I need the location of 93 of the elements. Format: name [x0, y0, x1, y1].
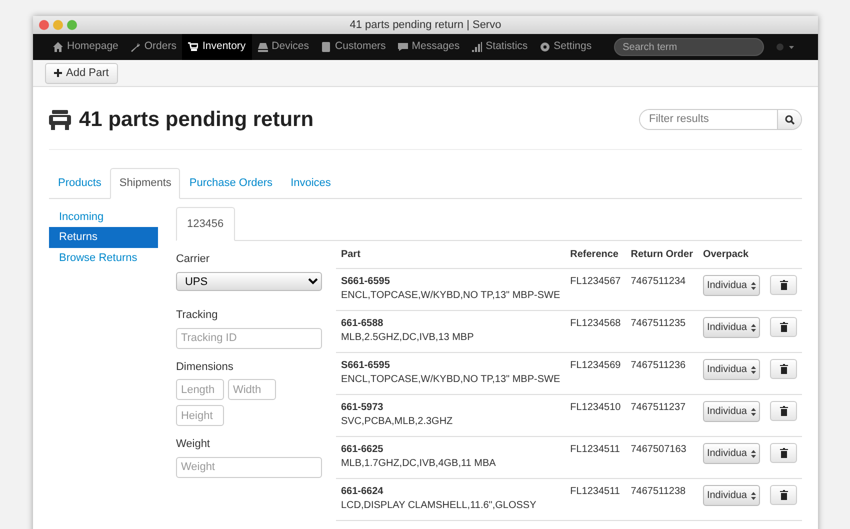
up-down-arrows-icon — [751, 492, 756, 500]
trash-icon — [780, 322, 788, 332]
table-cell: 7467511235 — [626, 310, 698, 353]
field-label: Tracking — [176, 308, 219, 324]
window-title: 41 parts pending return | Servo — [350, 19, 502, 31]
delete-button[interactable] — [770, 317, 797, 338]
carrier-select[interactable]: UPS — [176, 272, 322, 292]
overpack-select[interactable]: Individua — [702, 443, 760, 464]
column-header: Return Order — [626, 243, 698, 269]
search-field[interactable]: Search term — [614, 38, 764, 56]
part-number: 661-6625 — [340, 443, 384, 457]
close-light[interactable] — [39, 20, 49, 30]
field-label: Weight — [176, 437, 211, 452]
overpack-select[interactable]: Individua — [702, 401, 760, 422]
nav-item[interactable]: Settings — [534, 34, 598, 60]
column-header: Part — [336, 243, 566, 269]
part-description: LCD,DISPLAY CLAMSHELL,11.6",GLOSSY — [340, 498, 538, 512]
field-label: Dimensions — [176, 360, 234, 375]
tab[interactable]: Invoices — [282, 168, 340, 199]
tab[interactable]: Purchase Orders — [180, 168, 282, 199]
table-cell: FL1234567 — [565, 268, 626, 311]
column-header: Reference — [565, 243, 626, 269]
part-description: MLB,2.5GHZ,DC,IVB,13 MBP — [340, 330, 475, 344]
house-icon — [53, 42, 63, 52]
table-cell: 7467511238 — [626, 478, 698, 521]
table-cell: FL1234568 — [565, 310, 626, 353]
shipment-tab[interactable]: 123456 — [176, 206, 235, 242]
sidebar-item[interactable]: Browse Returns — [49, 248, 158, 268]
table-cell: FL1234510 — [565, 394, 626, 437]
table-cell: 7467511234 — [626, 268, 698, 311]
part-number: S661-6595 — [340, 359, 391, 373]
part-description: MLB,1.7GHZ,DC,IVB,4GB,11 MBA — [340, 456, 497, 470]
search-icon — [784, 115, 794, 126]
sidebar-item[interactable]: Returns — [49, 227, 158, 248]
part-description: ENCL,TOPCASE,W/KYBD,NO TP,13" MBP-SWE — [340, 372, 560, 386]
delete-button[interactable] — [770, 275, 797, 296]
tab[interactable]: Shipments — [110, 168, 180, 199]
up-down-arrows-icon — [751, 408, 756, 416]
tracking-field[interactable]: Tracking ID — [176, 328, 322, 349]
overpack-select[interactable]: Individua — [702, 317, 760, 338]
bar-chart-icon — [472, 42, 482, 52]
column-header: Overpack — [698, 243, 765, 269]
search-button[interactable] — [777, 110, 801, 130]
weight-field[interactable]: Weight — [176, 456, 322, 478]
table-cell: FL1234511 — [565, 478, 626, 521]
part-description: SVC,PCBA,MLB,2.3GHZ — [340, 414, 454, 428]
trash-icon — [780, 406, 788, 416]
settings-icon — [540, 42, 550, 52]
nav-item[interactable]: Orders — [124, 34, 182, 60]
up-down-arrows-icon — [751, 324, 756, 332]
dimension-field[interactable]: Length — [176, 379, 224, 400]
delete-button[interactable] — [770, 443, 797, 464]
nav-item[interactable]: Customers — [315, 34, 392, 60]
part-description: ENCL,TOPCASE,W/KYBD,NO TP,13" MBP-SWE — [340, 288, 560, 302]
table-cell: 7467511236 — [626, 352, 698, 395]
table-cell: 7467511237 — [626, 394, 698, 437]
nav-item[interactable]: Inventory — [182, 34, 252, 60]
delete-button[interactable] — [770, 401, 797, 422]
nav-item[interactable]: Devices — [252, 34, 316, 60]
part-number: 661-6588 — [340, 317, 384, 331]
nav-item[interactable]: Homepage — [47, 34, 124, 60]
trash-icon — [780, 490, 788, 500]
overpack-select[interactable]: Individua — [702, 359, 760, 380]
overpack-select[interactable]: Individua — [702, 485, 760, 506]
dimension-field[interactable]: Height — [176, 405, 224, 426]
add-part-button[interactable]: Add Part — [45, 63, 118, 84]
tab[interactable]: Products — [49, 168, 110, 199]
nav-item[interactable]: Messages — [392, 34, 466, 60]
up-down-arrows-icon — [751, 366, 756, 374]
nav-item[interactable]: Statistics — [466, 34, 534, 60]
part-number: 661-5973 — [340, 401, 384, 415]
page-title: 41 parts pending return — [79, 107, 314, 132]
trash-icon — [780, 280, 788, 290]
chat-icon — [398, 42, 408, 52]
part-number: 661-6624 — [340, 485, 384, 499]
wrench-icon — [130, 42, 140, 52]
dimension-field[interactable]: Width — [228, 379, 276, 400]
table-cell: FL1234511 — [565, 436, 626, 479]
delete-button[interactable] — [770, 485, 797, 506]
overpack-select[interactable]: Individua — [702, 275, 760, 296]
filter-field[interactable]: Filter results — [639, 109, 802, 130]
sidebar-item[interactable]: Incoming — [49, 206, 158, 228]
up-down-arrows-icon — [751, 282, 756, 290]
delete-button[interactable] — [770, 359, 797, 380]
field-label: Carrier — [176, 252, 211, 268]
plus-icon — [54, 69, 62, 77]
cart-icon — [188, 42, 198, 52]
trash-icon — [780, 448, 788, 458]
table-cell: 7467507163 — [626, 436, 698, 479]
part-number: S661-6595 — [340, 275, 391, 289]
table-cell: FL1234569 — [565, 352, 626, 395]
trash-icon — [780, 364, 788, 374]
up-down-arrows-icon — [751, 450, 756, 458]
